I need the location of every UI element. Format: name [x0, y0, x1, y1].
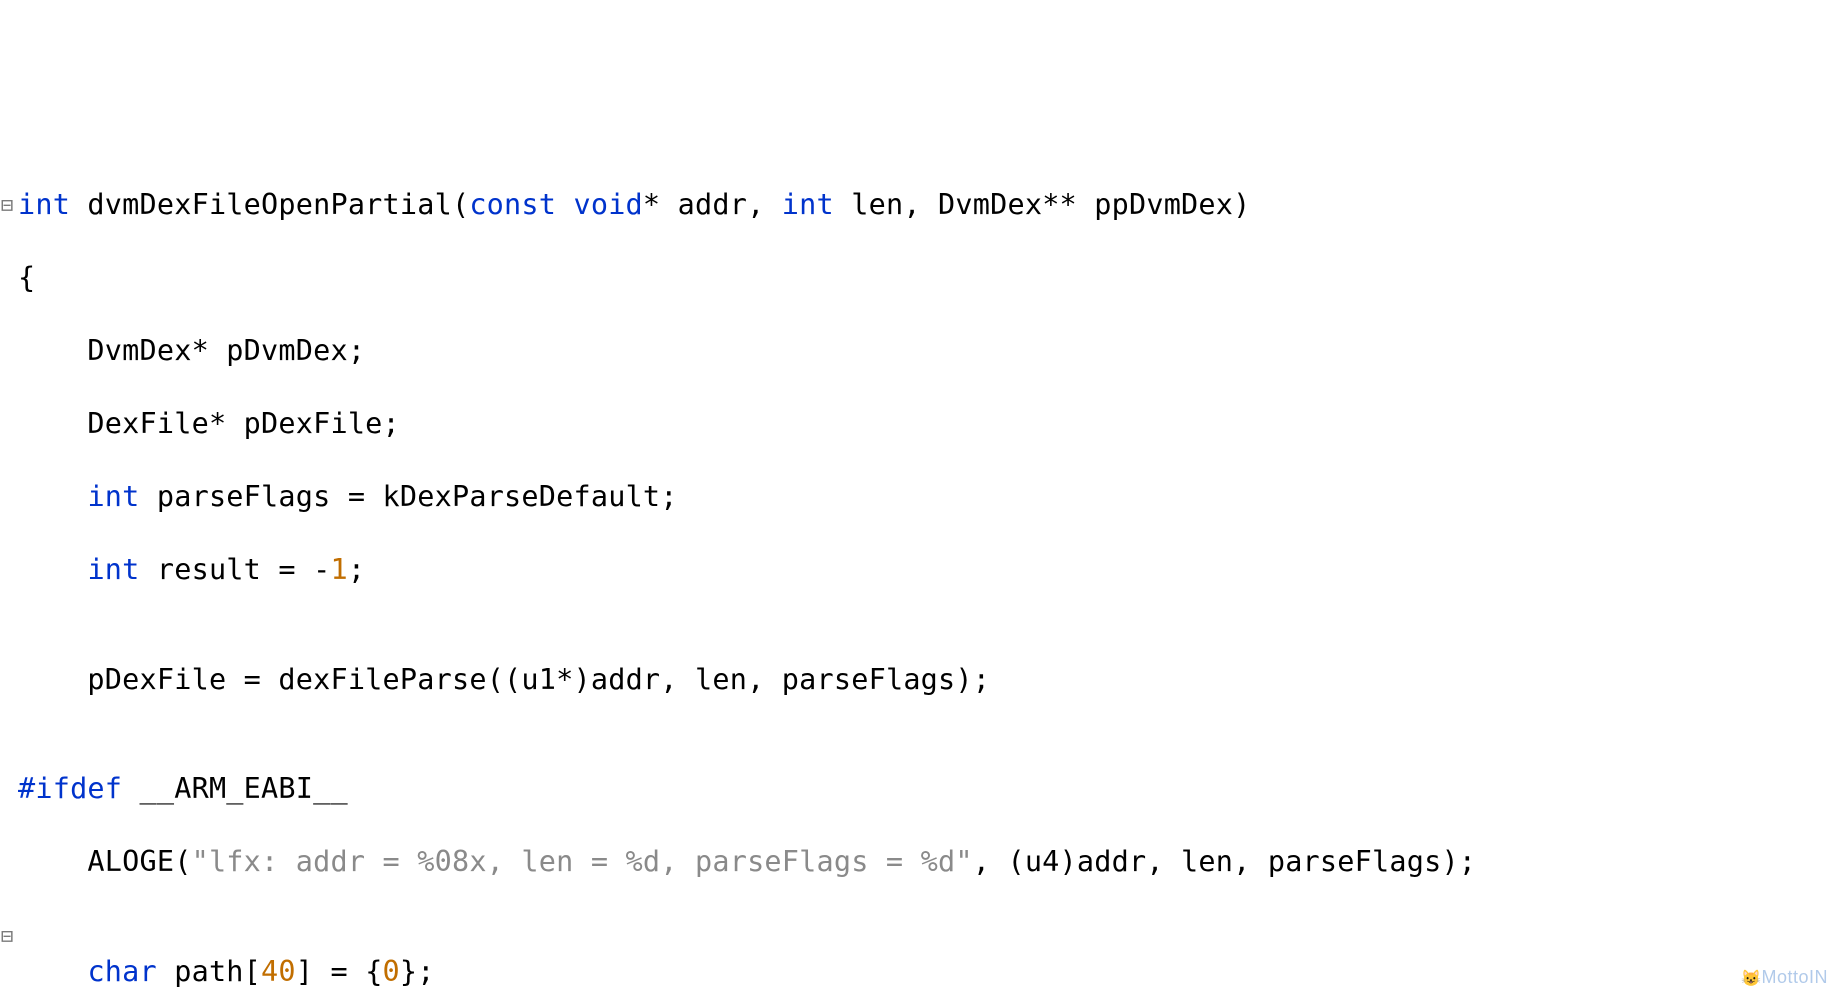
code-line: pDexFile = dexFileParse((u1*)addr, len, … — [18, 662, 1840, 699]
fold-indicator[interactable]: ⊟ — [0, 918, 14, 955]
cat-icon: 😺 — [1741, 970, 1761, 987]
watermark: 😺MottoIN — [1741, 967, 1828, 988]
code-line: DexFile* pDexFile; — [18, 406, 1840, 443]
code-lines[interactable]: int dvmDexFileOpenPartial(const void* ad… — [0, 150, 1840, 994]
code-block: ⊟ ⊟ ⊟ int dvmDexFileOpenPartial(const vo… — [0, 0, 1840, 994]
fold-indicator[interactable]: ⊟ — [0, 187, 14, 224]
fold-gutter: ⊟ ⊟ ⊟ — [0, 4, 14, 994]
code-line: ALOGE("lfx: addr = %08x, len = %d, parse… — [18, 844, 1840, 881]
code-line: int dvmDexFileOpenPartial(const void* ad… — [18, 187, 1840, 224]
code-line: { — [18, 260, 1840, 297]
code-line: char path[40] = {0}; — [18, 954, 1840, 991]
code-line: int parseFlags = kDexParseDefault; — [18, 479, 1840, 516]
code-line: #ifdef __ARM_EABI__ — [18, 771, 1840, 808]
code-line: DvmDex* pDvmDex; — [18, 333, 1840, 370]
code-line: int result = -1; — [18, 552, 1840, 589]
